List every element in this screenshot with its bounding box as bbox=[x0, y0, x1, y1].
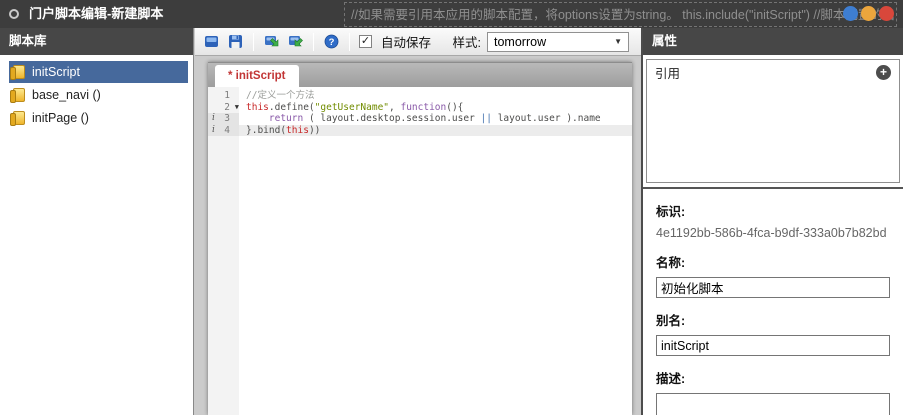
name-input[interactable] bbox=[656, 277, 890, 298]
titlebar: 门户脚本编辑-新建脚本 //如果需要引用本应用的脚本配置，将options设置为… bbox=[0, 0, 903, 28]
blue-window-button[interactable] bbox=[843, 6, 858, 21]
reference-header: 引用 + bbox=[647, 60, 899, 85]
script-item-label: initScript bbox=[32, 65, 80, 79]
red-window-button[interactable] bbox=[879, 6, 894, 21]
add-reference-button[interactable]: + bbox=[876, 65, 891, 80]
line-number: 2 bbox=[224, 102, 230, 114]
new-icon[interactable] bbox=[203, 33, 220, 50]
code-editor-frame: * initScript 1//定义一个方法2▼this.define("get… bbox=[208, 62, 632, 415]
description-label: 描述: bbox=[656, 368, 890, 387]
style-dropdown[interactable]: tomorrow ▼ bbox=[487, 32, 629, 52]
gutter-cell: i3 bbox=[208, 113, 239, 125]
script-item-base_navi[interactable]: base_navi () bbox=[9, 84, 188, 106]
properties-header: 属性 bbox=[643, 28, 903, 55]
code-editor[interactable]: 1//定义一个方法2▼this.define("getUserName", fu… bbox=[208, 87, 632, 415]
script-library-panel: 脚本库 initScript base_navi () initPage () bbox=[0, 28, 194, 415]
editor-column: ? ✓ 自动保存 样式: tomorrow ▼ * initScript 1 //… bbox=[195, 28, 641, 415]
code-line-1: 1 //定义一个方法 bbox=[208, 90, 632, 102]
script-list: initScript base_navi () initPage () bbox=[0, 55, 193, 129]
toolbar-separator bbox=[349, 33, 350, 51]
autosave-label: 自动保存 bbox=[381, 32, 431, 51]
code-lines: 1//定义一个方法2▼this.define("getUserName", fu… bbox=[208, 90, 632, 136]
export-icon[interactable] bbox=[287, 33, 304, 50]
code-text: }.bind(this)) bbox=[239, 125, 632, 137]
code-text: this.define("getUserName", function(){ bbox=[239, 102, 632, 114]
name-label: 名称: bbox=[656, 252, 890, 271]
code-line-4: i4}.bind(this)) bbox=[208, 125, 632, 137]
script-hint-text: //如果需要引用本应用的脚本配置，将options设置为string。 this… bbox=[344, 2, 897, 27]
script-item-label: initPage () bbox=[32, 111, 89, 125]
script-item-initScript[interactable]: initScript bbox=[9, 61, 188, 83]
id-label: 标识: bbox=[656, 201, 890, 220]
svg-text:?: ? bbox=[329, 37, 335, 48]
script-item-label: base_navi () bbox=[32, 88, 101, 102]
save-icon[interactable] bbox=[227, 33, 244, 50]
code-line-2: 2▼this.define("getUserName", function(){ bbox=[208, 102, 632, 114]
script-editor-window: 门户脚本编辑-新建脚本 //如果需要引用本应用的脚本配置，将options设置为… bbox=[0, 0, 903, 415]
autosave-checkbox[interactable]: ✓ bbox=[359, 35, 372, 48]
import-icon[interactable] bbox=[263, 33, 280, 50]
app-circle-icon bbox=[9, 9, 19, 19]
fold-arrow-icon[interactable]: ▼ bbox=[235, 102, 239, 114]
info-annotation-icon: i bbox=[212, 113, 215, 125]
editor-gutter bbox=[208, 87, 239, 415]
gutter-cell: 2▼ bbox=[208, 102, 239, 114]
editor-tabbar: * initScript bbox=[208, 62, 632, 87]
reference-box: 引用 + bbox=[646, 59, 900, 183]
alias-input[interactable] bbox=[656, 335, 890, 356]
properties-fields: 标识: 4e1192bb-586b-4fca-b9df-333a0b7b82bd… bbox=[643, 187, 903, 415]
style-label: 样式: bbox=[453, 32, 481, 51]
gutter-cell: 1 bbox=[208, 90, 239, 102]
chevron-down-icon: ▼ bbox=[614, 37, 622, 46]
toolbar-separator bbox=[313, 33, 314, 51]
help-icon[interactable]: ? bbox=[323, 33, 340, 50]
window-buttons bbox=[843, 6, 894, 21]
alias-label: 别名: bbox=[656, 310, 890, 329]
id-value: 4e1192bb-586b-4fca-b9df-333a0b7b82bd bbox=[656, 226, 890, 240]
style-group: 样式: tomorrow ▼ bbox=[453, 32, 633, 52]
tab-initScript[interactable]: * initScript bbox=[215, 65, 299, 87]
window-title: 门户脚本编辑-新建脚本 bbox=[29, 0, 163, 28]
script-scroll-icon bbox=[13, 88, 25, 102]
style-dropdown-value: tomorrow bbox=[494, 35, 546, 49]
line-number: 3 bbox=[224, 113, 230, 125]
script-item-initPage[interactable]: initPage () bbox=[9, 107, 188, 129]
line-number: 4 bbox=[224, 125, 230, 137]
script-scroll-icon bbox=[13, 65, 25, 79]
code-line-3: i3 return ( layout.desktop.session.user … bbox=[208, 113, 632, 125]
gutter-cell: i4 bbox=[208, 125, 239, 137]
toolbar-separator bbox=[253, 33, 254, 51]
properties-panel: 属性 引用 + 标识: 4e1192bb-586b-4fca-b9df-333a… bbox=[641, 28, 903, 415]
script-library-header: 脚本库 bbox=[0, 28, 193, 55]
line-number: 1 bbox=[224, 90, 230, 102]
description-textarea[interactable] bbox=[656, 393, 890, 415]
script-scroll-icon bbox=[13, 111, 25, 125]
code-text: //定义一个方法 bbox=[239, 90, 632, 102]
code-text: return ( layout.desktop.session.user || … bbox=[239, 113, 632, 125]
orange-window-button[interactable] bbox=[861, 6, 876, 21]
editor-toolbar: ? ✓ 自动保存 样式: tomorrow ▼ bbox=[195, 28, 641, 56]
reference-label: 引用 bbox=[655, 63, 680, 82]
info-annotation-icon: i bbox=[212, 125, 215, 137]
